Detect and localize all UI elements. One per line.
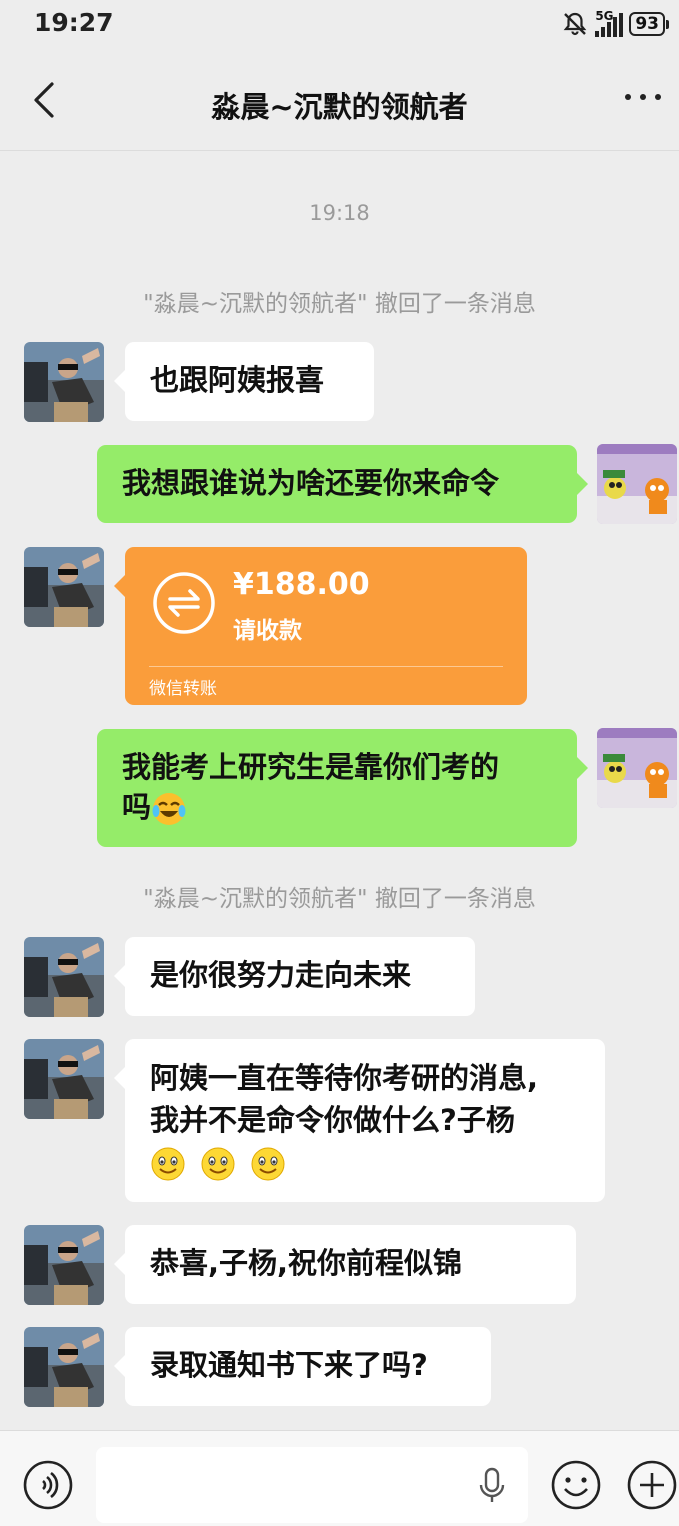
contact-avatar[interactable] — [24, 937, 104, 1017]
network-type: 5G — [595, 9, 614, 23]
input-toolbar — [0, 1430, 679, 1526]
message-line: 吗 — [122, 790, 152, 824]
recall-notice: "淼晨~沉默的领航者" 撤回了一条消息 — [143, 291, 536, 317]
contact-avatar[interactable] — [24, 1039, 104, 1119]
my-avatar[interactable] — [597, 728, 677, 808]
message-bubble-outgoing[interactable]: 我能考上研究生是靠你们考的 吗 — [97, 729, 588, 847]
message-timestamp: 19:18 — [309, 201, 370, 225]
more-options-icon[interactable] — [625, 94, 661, 100]
recall-notice: "淼晨~沉默的领航者" 撤回了一条消息 — [143, 886, 536, 912]
smile-emoji — [251, 1147, 285, 1181]
smile-emoji — [201, 1147, 235, 1181]
transfer-divider — [149, 666, 503, 667]
chat-header: 淼晨~沉默的领航者 — [0, 50, 679, 151]
message-bubble-incoming[interactable]: 是你很努力走向未来 — [114, 937, 475, 1016]
contact-avatar[interactable] — [24, 342, 104, 422]
transfer-amount: ¥188.00 — [233, 567, 370, 602]
status-time: 19:27 — [34, 8, 114, 37]
message-line: 我能考上研究生是靠你们考的 — [122, 750, 500, 784]
crying-laughing-emoji — [152, 793, 186, 825]
contact-avatar[interactable] — [24, 1327, 104, 1407]
message-bubble-incoming[interactable]: 阿姨一直在等待你考研的消息, 我并不是命令你做什么?子杨 — [114, 1039, 605, 1202]
transfer-arrows-icon — [153, 572, 215, 634]
message-line-2: 吗 — [122, 787, 552, 827]
message-bubble-incoming[interactable]: 录取通知书下来了吗? — [114, 1327, 491, 1406]
plus-icon[interactable] — [626, 1459, 678, 1511]
battery-level: 93 — [629, 12, 665, 36]
transfer-source: 微信转账 — [149, 679, 217, 699]
mute-bell-icon — [563, 12, 587, 36]
smile-emoji — [151, 1147, 185, 1181]
status-bar: 19:27 5G 93 — [0, 0, 679, 50]
message-bubble-incoming[interactable]: 恭喜,子杨,祝你前程似锦 — [114, 1225, 576, 1304]
microphone-icon[interactable] — [478, 1467, 506, 1505]
message-line: 我并不是命令你做什么?子杨 — [150, 1103, 515, 1137]
message-bubble-outgoing[interactable]: 我想跟谁说为啥还要你来命令 — [97, 445, 588, 523]
message-line: 阿姨一直在等待你考研的消息, — [150, 1061, 539, 1095]
message-bubble-incoming[interactable]: 也跟阿姨报喜 — [114, 342, 374, 421]
transfer-label: 请收款 — [233, 618, 302, 644]
message-input[interactable] — [96, 1447, 528, 1523]
voice-mode-icon[interactable] — [22, 1459, 74, 1511]
emoji-row — [150, 1141, 580, 1183]
my-avatar[interactable] — [597, 444, 677, 524]
battery-icon: 93 — [629, 12, 669, 36]
transfer-card[interactable]: ¥188.00 请收款 微信转账 — [114, 547, 527, 705]
chat-title: 淼晨~沉默的领航者 — [211, 90, 468, 124]
contact-avatar[interactable] — [24, 547, 104, 627]
contact-avatar[interactable] — [24, 1225, 104, 1305]
emoji-icon[interactable] — [550, 1459, 602, 1511]
status-icons: 5G 93 — [561, 9, 669, 38]
cellular-signal-icon: 5G — [595, 9, 624, 37]
